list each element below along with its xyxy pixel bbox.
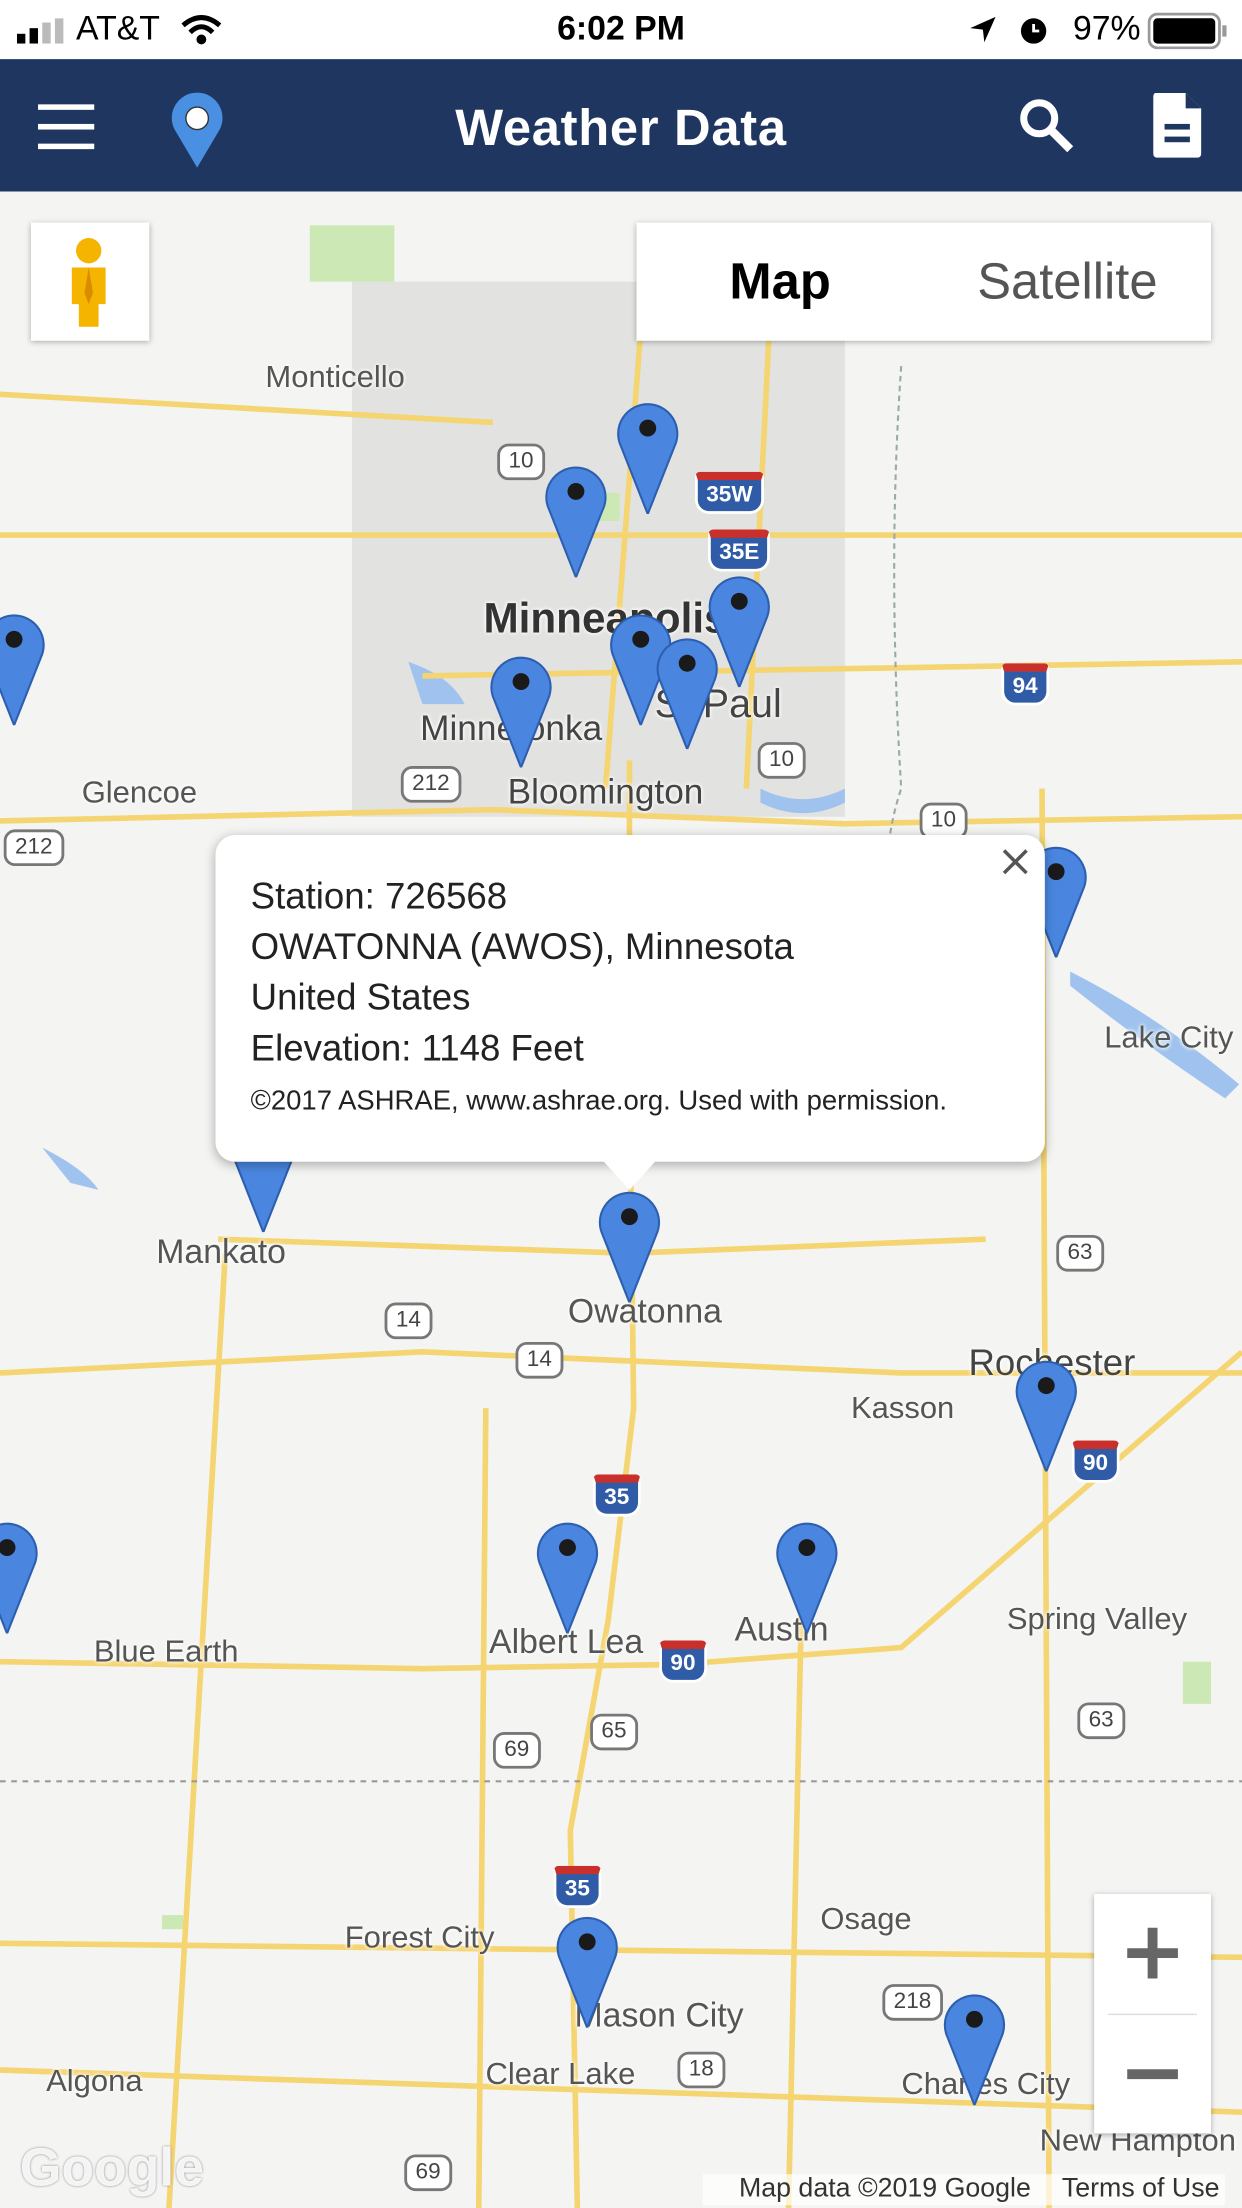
station-marker[interactable] bbox=[774, 1515, 839, 1637]
station-id: Station: 726568 bbox=[250, 874, 508, 917]
station-marker[interactable] bbox=[615, 396, 680, 517]
zoom-out-button[interactable] bbox=[1094, 2014, 1211, 2134]
map-data-credit: Map data ©2019 Google bbox=[738, 2174, 1031, 2204]
map-type-control: Map Satellite bbox=[636, 222, 1212, 341]
info-window-tail bbox=[601, 1158, 658, 1190]
pegman-icon bbox=[71, 237, 106, 327]
station-country: United States bbox=[250, 975, 471, 1019]
street-view-pegman[interactable] bbox=[30, 222, 150, 341]
station-marker[interactable] bbox=[489, 649, 554, 771]
station-marker[interactable] bbox=[942, 1987, 1007, 2109]
map-type-satellite-button[interactable]: Satellite bbox=[924, 222, 1211, 340]
zoom-in-button[interactable] bbox=[1094, 1894, 1211, 2014]
terms-of-use-link[interactable]: Terms of Use bbox=[1062, 2174, 1220, 2204]
copyright-notice: ©2017 ASHRAE, www.ashrae.org. Used with … bbox=[250, 1085, 947, 1117]
close-icon[interactable] bbox=[997, 843, 1034, 880]
station-marker[interactable] bbox=[655, 631, 720, 753]
google-logo: Google bbox=[19, 2138, 205, 2199]
station-marker[interactable] bbox=[0, 1515, 39, 1637]
map-attribution: Map data ©2019 Google Terms of Use bbox=[702, 2174, 1226, 2206]
station-marker[interactable] bbox=[555, 1909, 620, 2031]
map-type-map-button[interactable]: Map bbox=[636, 222, 923, 340]
station-marker[interactable] bbox=[535, 1515, 600, 1637]
station-marker[interactable] bbox=[0, 607, 46, 729]
station-elevation: Elevation: 1148 Feet bbox=[250, 1026, 584, 1069]
station-marker[interactable] bbox=[597, 1184, 662, 1306]
station-info-window: Station: 726568 OWATONNA (AWOS), Minneso… bbox=[215, 835, 1045, 1190]
station-name: OWATONNA (AWOS), Minnesota bbox=[250, 925, 794, 968]
station-marker[interactable] bbox=[1014, 1353, 1079, 1475]
station-marker[interactable] bbox=[544, 459, 609, 581]
map-view[interactable]: Monticello Minneapolis Minnetonka St Pau… bbox=[0, 191, 1242, 2208]
zoom-control bbox=[1094, 1893, 1212, 2134]
